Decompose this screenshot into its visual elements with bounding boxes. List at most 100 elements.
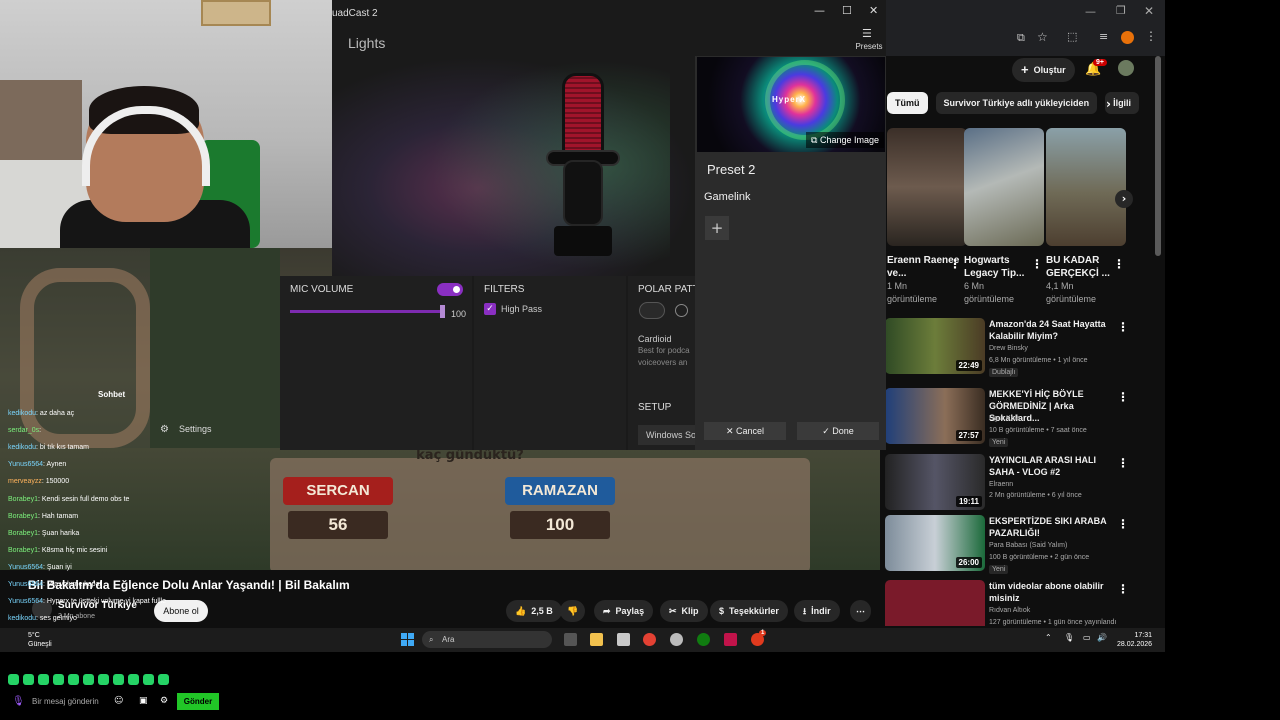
- emoji-icon[interactable]: ☺: [114, 696, 123, 706]
- cancel-button[interactable]: ✕ Cancel: [704, 422, 786, 440]
- recommendation-item[interactable]: 19:11 YAYINCILAR ARASI HALI SAHA - VLOG …: [885, 454, 1145, 514]
- chips-next-icon[interactable]: ›: [1106, 97, 1111, 111]
- chat-username[interactable]: Yunus6564: [8, 598, 43, 605]
- chat-username[interactable]: merveayzz: [8, 478, 42, 485]
- mic-volume-toggle[interactable]: [437, 283, 463, 296]
- thanks-button[interactable]: $ Teşekkürler: [710, 600, 788, 622]
- maximize-icon[interactable]: ☐: [842, 4, 852, 17]
- microphone-icon[interactable]: 🎙: [12, 696, 25, 707]
- display-icon[interactable]: ▭: [1083, 633, 1091, 642]
- recommendation-item[interactable]: tüm videolar abone olabilir misiniz Rıdv…: [885, 580, 1145, 626]
- chat-username[interactable]: Borabey1: [8, 513, 38, 520]
- recommendation-item[interactable]: 26:00 EKSPERTİZDE SIKI ARABA PAZARLIĞI! …: [885, 515, 1145, 575]
- close-icon[interactable]: ✕: [869, 4, 878, 17]
- clip-button[interactable]: ✂ Klip: [660, 600, 708, 622]
- polar-omni-button[interactable]: [675, 304, 688, 317]
- gift-icon[interactable]: ▣: [139, 696, 148, 706]
- more-actions-button[interactable]: ⋯: [850, 600, 871, 622]
- sliders-icon[interactable]: ☰: [862, 27, 872, 40]
- restore-icon[interactable]: ❐: [1116, 4, 1126, 17]
- short-item[interactable]: BU KADAR GERÇEKÇİ ... 4,1 Mn görüntüleme: [1046, 128, 1126, 308]
- setup-dropdown[interactable]: Windows So: [638, 425, 698, 445]
- ngenuity-icon[interactable]: [724, 633, 737, 646]
- mic-volume-slider[interactable]: [290, 310, 442, 313]
- emote-icon[interactable]: [83, 674, 94, 685]
- chat-username[interactable]: kedikodu: [8, 615, 36, 622]
- chat-username[interactable]: Borabey1: [8, 496, 38, 503]
- change-image-button[interactable]: ⧉ Change Image: [806, 132, 884, 148]
- windows-start-icon[interactable]: [401, 633, 414, 646]
- emote-icon[interactable]: [23, 674, 34, 685]
- chat-username[interactable]: kedikodu: [8, 410, 36, 417]
- video-menu-icon[interactable]: ⋮: [1117, 320, 1129, 334]
- video-menu-icon[interactable]: ⋮: [1117, 582, 1129, 596]
- presets-button[interactable]: Presets: [855, 42, 883, 51]
- chat-username[interactable]: Yunus6564: [8, 581, 43, 588]
- user-avatar[interactable]: [1118, 60, 1134, 76]
- task-view-icon[interactable]: [564, 633, 577, 646]
- hyperx-app-icon[interactable]: [670, 633, 683, 646]
- chip-uploader[interactable]: Survivor Türkiye adlı yükleyiciden: [935, 92, 1098, 114]
- taskbar-clock[interactable]: 17:31 28.02.2026: [1117, 631, 1152, 649]
- short-item[interactable]: Hogwarts Legacy Tip... 6 Mn görüntüleme: [964, 128, 1044, 308]
- gear-icon[interactable]: ⚙: [160, 424, 169, 435]
- emote-icon[interactable]: [8, 674, 19, 685]
- mic-volume-slider-handle[interactable]: [440, 305, 445, 318]
- taskbar-search[interactable]: ⌕ Ara: [422, 631, 552, 648]
- chat-username[interactable]: serdar_0s: [8, 427, 39, 434]
- video-menu-icon[interactable]: ⋮: [1117, 517, 1129, 531]
- short-menu-icon[interactable]: ⋮: [1031, 257, 1043, 271]
- polar-cardioid-button[interactable]: [639, 302, 665, 319]
- chat-username[interactable]: Borabey1: [8, 530, 38, 537]
- extensions-icon[interactable]: ⬚: [1067, 30, 1077, 43]
- chat-username[interactable]: kedikodu: [8, 444, 36, 451]
- high-pass-checkbox[interactable]: ✓: [484, 303, 496, 315]
- volume-icon[interactable]: 🔊: [1097, 633, 1107, 642]
- add-gamelink-button[interactable]: +: [705, 216, 729, 240]
- emote-icon[interactable]: [143, 674, 154, 685]
- create-button[interactable]: + Oluştur: [1012, 58, 1075, 82]
- share-button[interactable]: ➦ Paylaş: [594, 600, 654, 622]
- mic-tray-icon[interactable]: 🎙: [1064, 633, 1074, 642]
- shorts-next-icon[interactable]: ›: [1115, 190, 1133, 208]
- scrollbar[interactable]: [1155, 56, 1161, 256]
- cast-icon[interactable]: ⧉: [1017, 31, 1025, 45]
- like-button[interactable]: 👍 2,5 B: [506, 600, 562, 622]
- xbox-icon[interactable]: [697, 633, 710, 646]
- short-menu-icon[interactable]: ⋮: [949, 257, 961, 271]
- download-button[interactable]: ⭳ İndir: [794, 600, 840, 622]
- emote-icon[interactable]: [98, 674, 109, 685]
- emote-icon[interactable]: [38, 674, 49, 685]
- minimize-icon[interactable]: —: [814, 4, 825, 17]
- video-menu-icon[interactable]: ⋮: [1117, 456, 1129, 470]
- menu-kebab-icon[interactable]: ⋮: [1145, 29, 1157, 43]
- file-explorer-icon[interactable]: [590, 633, 603, 646]
- chrome-icon[interactable]: [643, 633, 656, 646]
- chat-username[interactable]: Yunus6564: [8, 564, 43, 571]
- chat-username[interactable]: Yunus6564: [8, 461, 43, 468]
- recommendation-item[interactable]: 22:49 Amazon'da 24 Saat Hayatta Kalabili…: [885, 318, 1145, 378]
- bookmark-star-icon[interactable]: ☆: [1037, 30, 1048, 44]
- done-button[interactable]: ✓ Done: [797, 422, 879, 440]
- emote-icon[interactable]: [158, 674, 169, 685]
- chip-all[interactable]: Tümü: [887, 92, 928, 114]
- dislike-button[interactable]: 👎: [560, 600, 586, 622]
- emote-icon[interactable]: [53, 674, 64, 685]
- weather-widget[interactable]: 5°C Güneşli: [28, 631, 52, 649]
- preset-name[interactable]: Preset 2: [707, 162, 755, 177]
- emote-icon[interactable]: [113, 674, 124, 685]
- chat-input[interactable]: Bir mesaj gönderin: [32, 697, 99, 706]
- media-icon[interactable]: ≡: [1099, 30, 1108, 43]
- profile-avatar[interactable]: [1121, 31, 1134, 44]
- emote-icon[interactable]: [68, 674, 79, 685]
- video-menu-icon[interactable]: ⋮: [1117, 390, 1129, 404]
- store-icon[interactable]: [617, 633, 630, 646]
- chat-username[interactable]: Borabey1: [8, 547, 38, 554]
- short-item[interactable]: Eraenn Raenee ve... 1 Mn görüntüleme: [887, 128, 967, 308]
- settings-link[interactable]: Settings: [179, 424, 212, 434]
- recommendation-item[interactable]: 27:57 MEKKE'Yİ HİÇ BÖYLE GÖRMEDİNİZ | Ar…: [885, 388, 1145, 448]
- short-menu-icon[interactable]: ⋮: [1113, 257, 1125, 271]
- settings-icon[interactable]: ⚙: [160, 696, 168, 706]
- tab-lights[interactable]: Lights: [348, 35, 385, 51]
- send-button[interactable]: Gönder: [177, 693, 219, 710]
